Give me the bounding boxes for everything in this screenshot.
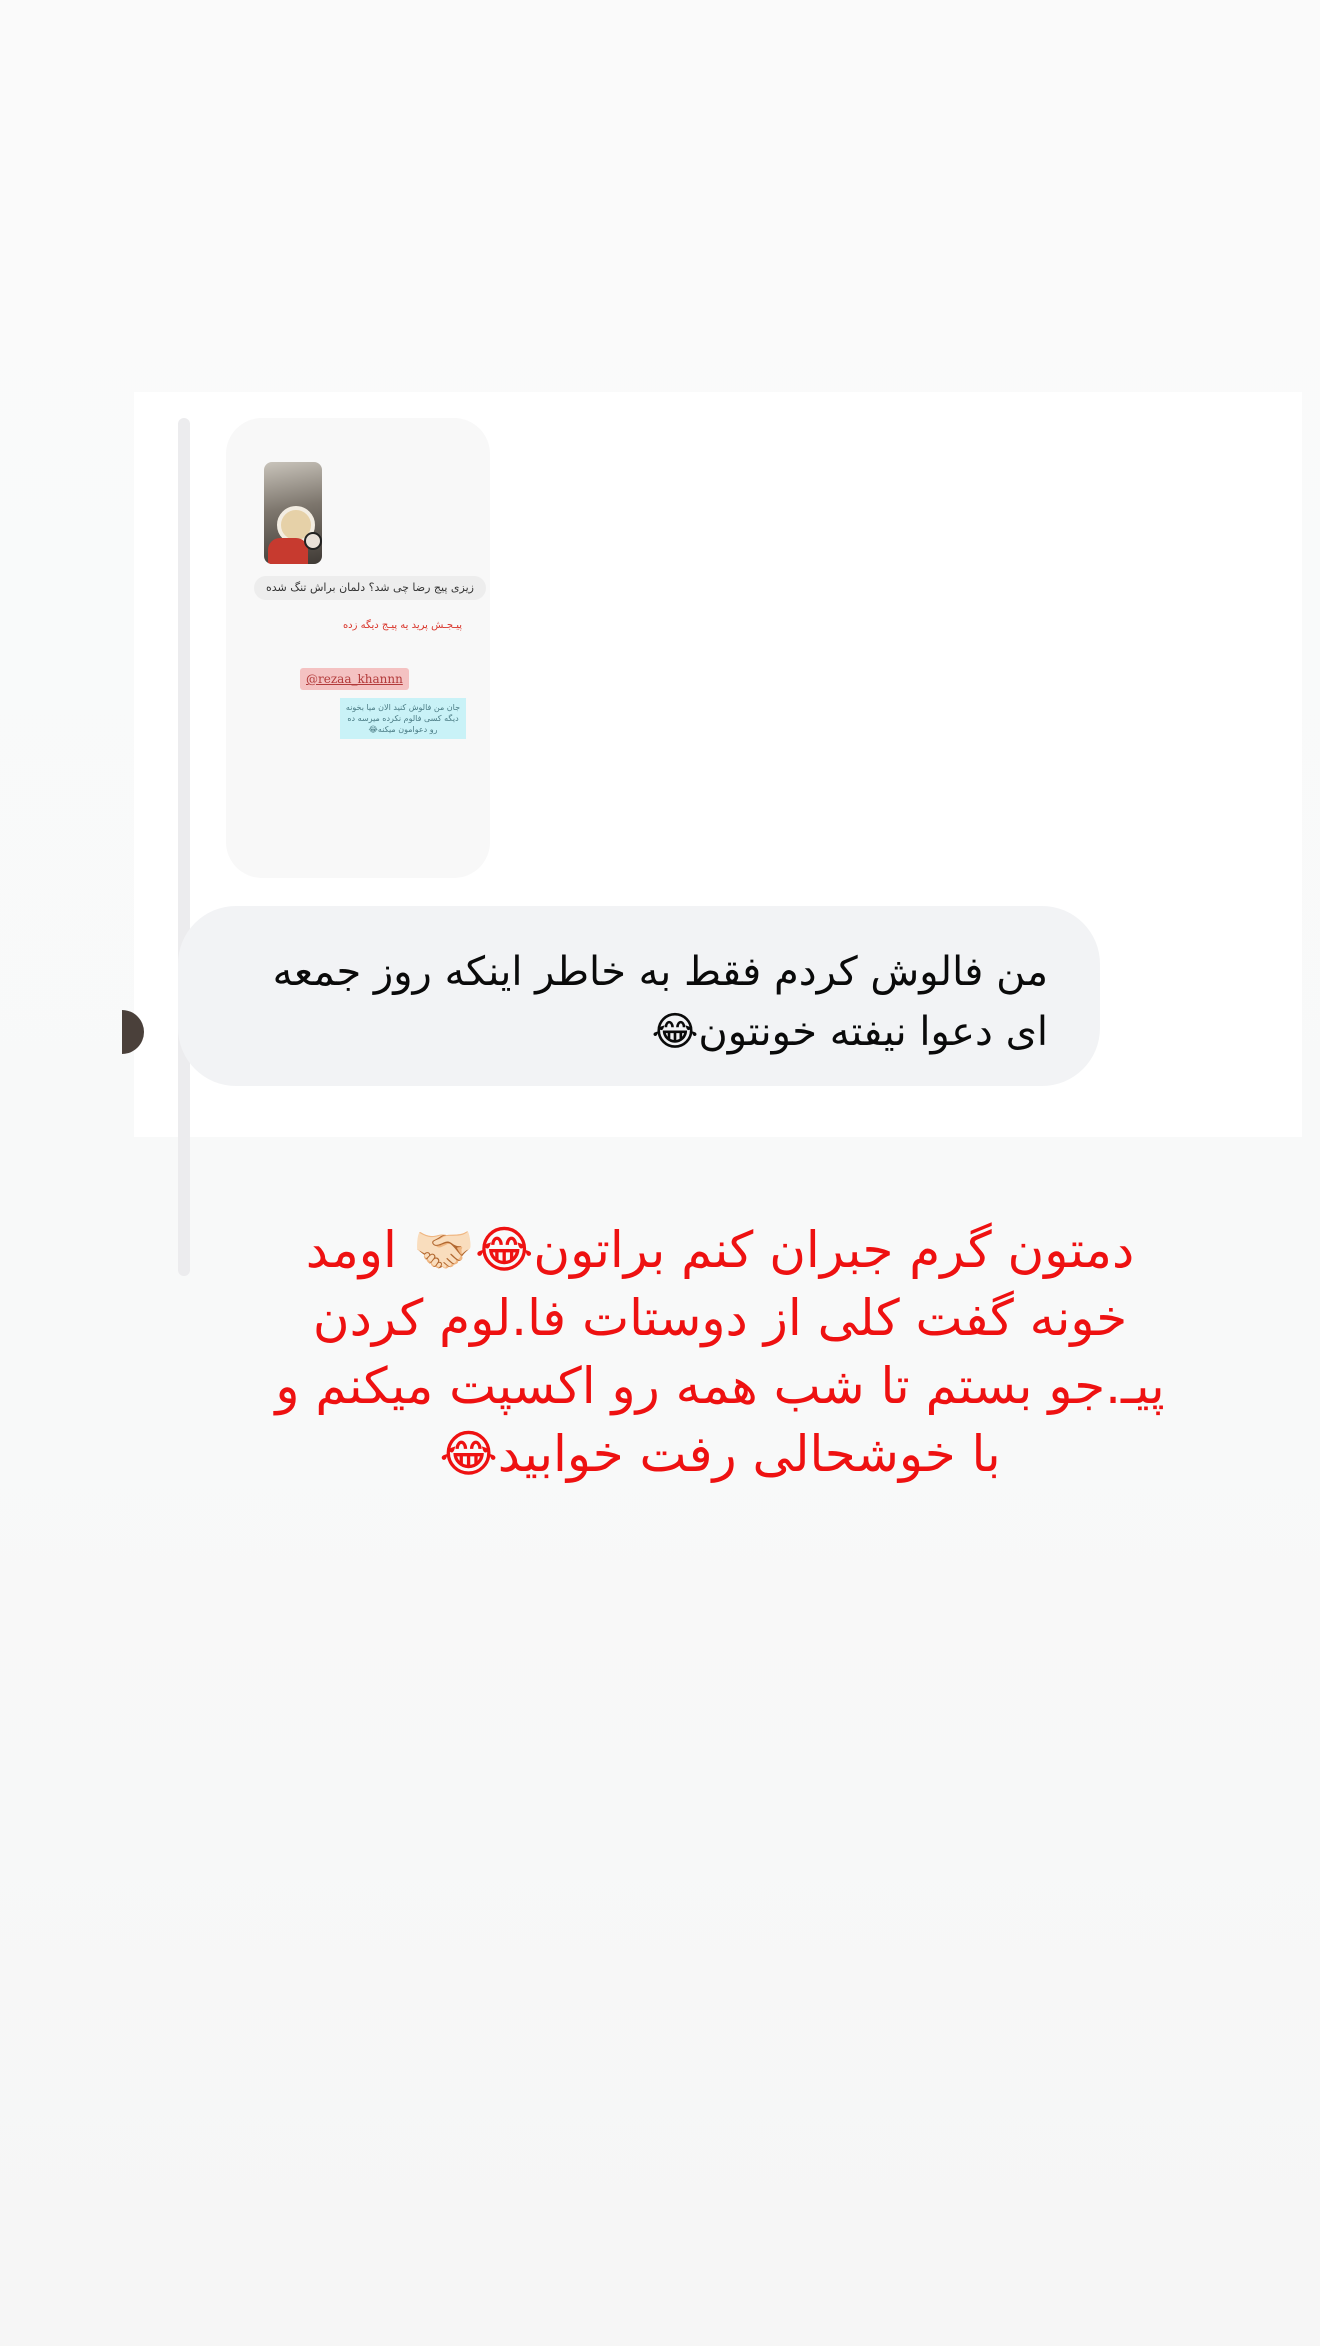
- story-cyan-note: جان من فالوش کنید الان میا بخونه دیگه کس…: [340, 698, 466, 739]
- mention-tag[interactable]: @rezaa_khannn: [300, 668, 409, 690]
- reply-indicator-line: [178, 418, 190, 1276]
- shared-story-card[interactable]: زیزی پیج رضا چی شد؟ دلمان براش تنگ شده پ…: [226, 418, 490, 878]
- message-text: من فالوش کردم فقط به خاطر اینکه روز جمعه…: [272, 949, 1048, 1055]
- avatar[interactable]: [122, 1010, 144, 1054]
- story-red-note: پیـجـش پرید یه پیـج دیگه زده: [342, 620, 462, 631]
- message-bubble[interactable]: من فالوش کردم فقط به خاطر اینکه روز جمعه…: [178, 906, 1100, 1086]
- story-thumbnail-icon[interactable]: [264, 462, 322, 564]
- hand-shape: [268, 538, 308, 564]
- story-caption: زیزی پیج رضا چی شد؟ دلمان براش تنگ شده: [254, 576, 486, 600]
- chat-screenshot-card: زیزی پیج رضا چی شد؟ دلمان براش تنگ شده پ…: [122, 392, 1302, 1276]
- story-overlay-text: دمتون گرم جبران کنم براتون😂🤝🏻 اومد خونه …: [275, 1221, 1165, 1483]
- sticker-icon: [304, 532, 322, 550]
